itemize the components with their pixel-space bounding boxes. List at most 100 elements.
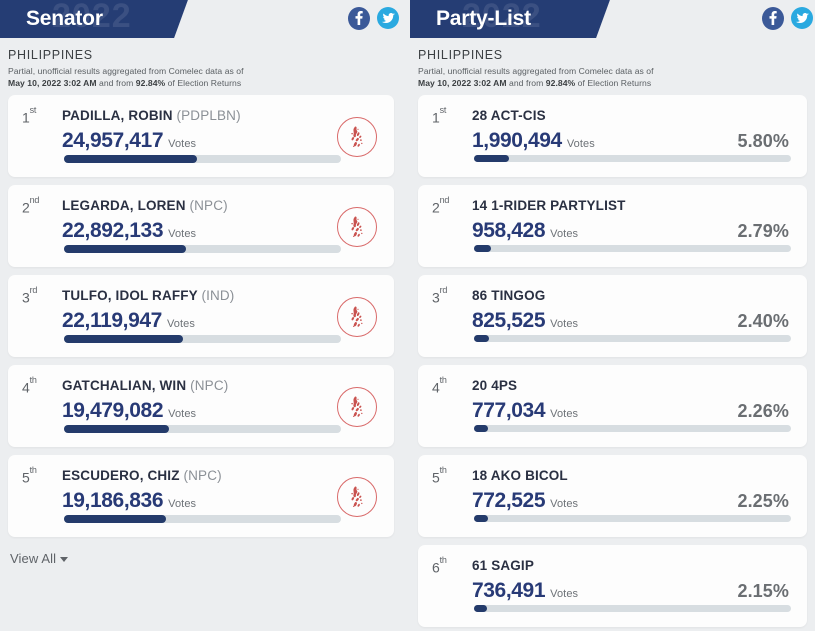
votes-label: Votes [168,228,197,240]
votes-label: Votes [550,588,579,600]
votes-label: Votes [550,408,579,420]
vote-progress-track [474,155,791,162]
senator-subtitle-end: of Election Returns [165,77,242,88]
party-name: 14 1-RIDER PARTYLIST [472,198,626,213]
vote-count: 1,990,494 [472,129,562,152]
senator-result-row[interactable]: 5th ESCUDERO, CHIZ (NPC) 19,186,836 Votes [8,455,394,537]
candidate-name: ESCUDERO, CHIZ (NPC) [62,468,222,483]
philippines-map-icon [350,216,362,238]
candidate-party: (PDPLBN) [176,108,241,123]
votes-label: Votes [166,318,195,330]
partylist-result-row[interactable]: 6th 61 SAGIP 736,491 Votes 2.15% [418,545,807,627]
vote-progress-fill [474,245,491,252]
candidate-avatar [337,207,377,247]
senator-subtitle-line1: Partial, unofficial results aggregated f… [8,66,244,76]
senator-result-row[interactable]: 3rd TULFO, IDOL RAFFY (IND) 22,119,947 Vote… [8,275,394,357]
chevron-down-icon [60,557,69,562]
candidate-name: TULFO, IDOL RAFFY (IND) [62,288,235,303]
rank-ordinal: st [439,104,447,115]
votes-label: Votes [550,228,579,240]
vote-percentage: 2.79% [737,221,789,241]
partylist-region-subtitle: Partial, unofficial results aggregated f… [418,66,815,89]
rank-ordinal: th [29,464,37,475]
votes-label: Votes [566,138,595,150]
philippines-map-icon [350,126,362,148]
senator-title: Senator [26,7,103,30]
vote-progress-track [64,245,341,253]
vote-progress-fill [474,605,487,612]
facebook-icon[interactable] [348,7,370,30]
vote-progress-fill [64,515,167,523]
vote-percentage: 2.15% [737,581,789,601]
vote-progress-fill [474,425,488,432]
rank-ordinal: nd [439,194,450,205]
senator-result-row[interactable]: 4th GATCHALIAN, WIN (NPC) 19,479,082 Votes [8,365,394,447]
rank-ordinal: th [439,374,447,385]
party-name: 28 ACT-CIS [472,108,546,123]
rank-ordinal: rd [439,284,448,295]
rank-ordinal: th [29,374,37,385]
partylist-result-row[interactable]: 5th 18 AKO BICOL 772,525 Votes 2.25% [418,455,807,537]
candidate-avatar [337,117,377,157]
vote-progress-track [474,515,791,522]
vote-count: 24,957,417 [62,129,164,152]
rank-label: 5th [432,464,447,486]
vote-count: 777,034 [472,399,546,422]
votes-line: 19,479,082 Votes [62,399,196,423]
senator-result-row[interactable]: 1st PADILLA, ROBIN (PDPLBN) 24,957,417 Vote… [8,95,394,177]
rank-label: 2nd [22,194,40,216]
partylist-subtitle-end: of Election Returns [575,77,652,88]
partylist-result-row[interactable]: 4th 20 4PS 777,034 Votes 2.26% [418,365,807,447]
partylist-results-list: 1st 28 ACT-CIS 1,990,494 Votes 5.80% 2nd 14 1-… [410,89,815,627]
senator-region-name: PHILIPPINES [8,48,93,62]
candidate-avatar [337,477,377,517]
facebook-icon[interactable] [762,7,784,30]
candidate-avatar [337,387,377,427]
vote-count: 22,892,133 [62,219,164,242]
vote-count: 772,525 [472,489,546,512]
candidate-party: (NPC) [189,198,228,213]
partylist-banner: 2022 Party-List [410,0,815,38]
rank-label: 4th [432,374,447,396]
senator-subtitle-date: May 10, 2022 3:02 AM [8,77,97,88]
rank-ordinal: rd [29,284,38,295]
party-name: 61 SAGIP [472,558,534,573]
votes-line: 1,990,494 Votes [472,129,595,153]
partylist-subtitle-line1: Partial, unofficial results aggregated f… [418,66,654,76]
partylist-result-row[interactable]: 1st 28 ACT-CIS 1,990,494 Votes 5.80% [418,95,807,177]
vote-progress-fill [64,335,184,343]
vote-progress-track [64,515,341,523]
candidate-avatar [337,297,377,337]
rank-label: 6th [432,554,447,576]
vote-progress-fill [474,155,509,162]
vote-percentage: 2.40% [737,311,789,331]
candidate-party: (IND) [201,288,235,303]
view-all-button[interactable]: View All [10,551,69,566]
vote-progress-track [64,425,341,433]
vote-count: 825,525 [472,309,546,332]
vote-progress-track [64,155,341,163]
votes-label: Votes [550,318,579,330]
vote-count: 22,119,947 [62,309,162,332]
senator-column: 2022 Senator PHILIPPINES Partial, unoffi… [0,0,410,631]
rank-ordinal: nd [29,194,40,205]
vote-count: 736,491 [472,579,546,602]
senator-social-links [348,7,399,30]
partylist-result-row[interactable]: 2nd 14 1-RIDER PARTYLIST 958,428 Votes 2.79% [418,185,807,267]
philippines-map-icon [350,486,362,508]
party-name: 86 TINGOG [472,288,546,303]
party-name: 20 4PS [472,378,518,393]
vote-percentage: 2.26% [737,401,789,421]
twitter-icon[interactable] [791,7,813,29]
votes-label: Votes [550,498,579,510]
rank-label: 5th [22,464,37,486]
vote-progress-fill [64,155,197,163]
partylist-subtitle-mid: and from [506,77,546,88]
twitter-icon[interactable] [377,7,399,29]
votes-line: 825,525 Votes [472,309,578,333]
candidate-name: PADILLA, ROBIN (PDPLBN) [62,108,241,123]
partylist-result-row[interactable]: 3rd 86 TINGOG 825,525 Votes 2.40% [418,275,807,357]
partylist-title: Party-List [436,7,531,30]
senator-banner: 2022 Senator [0,0,402,38]
senator-result-row[interactable]: 2nd LEGARDA, LOREN (NPC) 22,892,133 Votes [8,185,394,267]
